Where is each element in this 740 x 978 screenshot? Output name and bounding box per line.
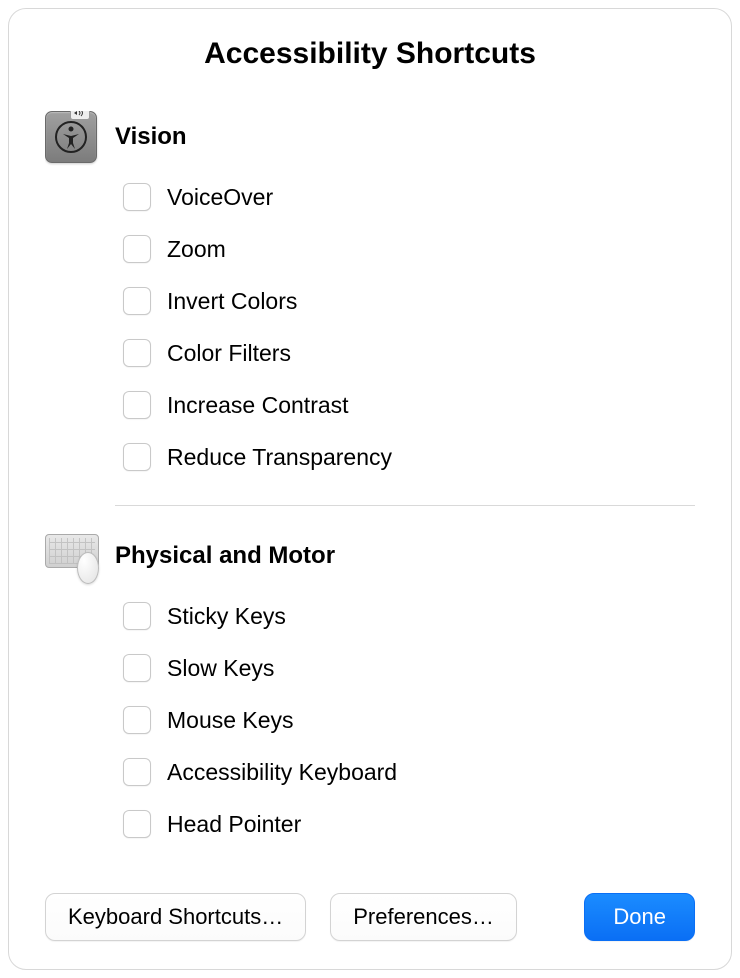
dialog-title: Accessibility Shortcuts [45, 37, 695, 71]
section-divider [115, 505, 695, 506]
keyboard-mouse-icon [45, 530, 97, 582]
checkbox-invert-colors[interactable] [123, 287, 151, 315]
option-sticky-keys: Sticky Keys [123, 602, 695, 630]
checkbox-head-pointer[interactable] [123, 810, 151, 838]
checkbox-increase-contrast[interactable] [123, 391, 151, 419]
checkbox-reduce-transparency[interactable] [123, 443, 151, 471]
option-label: Color Filters [167, 340, 291, 367]
option-invert-colors: Invert Colors [123, 287, 695, 315]
option-increase-contrast: Increase Contrast [123, 391, 695, 419]
section-title-physical-motor: Physical and Motor [115, 530, 695, 582]
accessibility-shortcuts-dialog: Accessibility Shortcuts [8, 8, 732, 970]
checkbox-mouse-keys[interactable] [123, 706, 151, 734]
section-vision: Vision VoiceOver Zoom Invert Colors [45, 111, 695, 495]
option-label: Accessibility Keyboard [167, 759, 397, 786]
done-button[interactable]: Done [584, 893, 695, 941]
option-zoom: Zoom [123, 235, 695, 263]
option-head-pointer: Head Pointer [123, 810, 695, 838]
option-voiceover: VoiceOver [123, 183, 695, 211]
checkbox-zoom[interactable] [123, 235, 151, 263]
option-label: VoiceOver [167, 184, 273, 211]
option-reduce-transparency: Reduce Transparency [123, 443, 695, 471]
keyboard-shortcuts-button[interactable]: Keyboard Shortcuts… [45, 893, 306, 941]
option-accessibility-keyboard: Accessibility Keyboard [123, 758, 695, 786]
accessibility-vision-icon [45, 111, 97, 163]
option-label: Sticky Keys [167, 603, 286, 630]
checkbox-voiceover[interactable] [123, 183, 151, 211]
checkbox-accessibility-keyboard[interactable] [123, 758, 151, 786]
option-label: Reduce Transparency [167, 444, 392, 471]
option-mouse-keys: Mouse Keys [123, 706, 695, 734]
checkbox-slow-keys[interactable] [123, 654, 151, 682]
dialog-footer: Keyboard Shortcuts… Preferences… Done [45, 881, 695, 941]
preferences-button[interactable]: Preferences… [330, 893, 517, 941]
option-slow-keys: Slow Keys [123, 654, 695, 682]
option-label: Head Pointer [167, 811, 301, 838]
option-color-filters: Color Filters [123, 339, 695, 367]
checkbox-color-filters[interactable] [123, 339, 151, 367]
option-label: Invert Colors [167, 288, 297, 315]
option-label: Mouse Keys [167, 707, 294, 734]
footer-spacer [541, 893, 561, 941]
section-title-vision: Vision [115, 111, 695, 163]
option-label: Increase Contrast [167, 392, 349, 419]
option-label: Slow Keys [167, 655, 274, 682]
dialog-content: Vision VoiceOver Zoom Invert Colors [45, 111, 695, 881]
checkbox-sticky-keys[interactable] [123, 602, 151, 630]
section-physical-motor: Physical and Motor Sticky Keys Slow Keys… [45, 530, 695, 862]
option-label: Zoom [167, 236, 226, 263]
